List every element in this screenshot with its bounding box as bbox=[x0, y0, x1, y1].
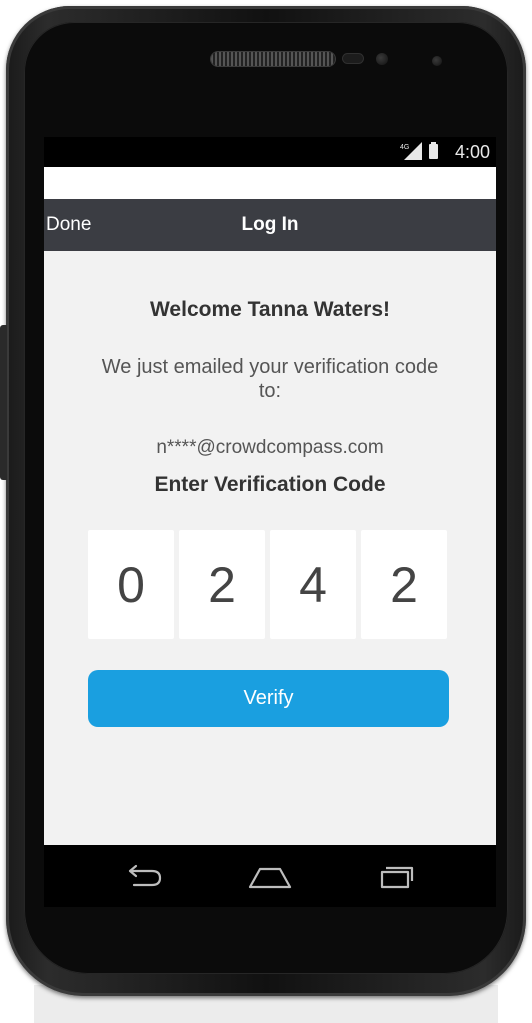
welcome-heading: Welcome Tanna Waters! bbox=[149, 298, 390, 321]
earpiece-speaker bbox=[211, 52, 335, 66]
verify-button[interactable]: Verify bbox=[88, 670, 449, 727]
status-time: 4:00 bbox=[454, 142, 490, 162]
proximity-sensor bbox=[343, 54, 363, 63]
back-icon bbox=[128, 864, 162, 887]
battery-icon bbox=[429, 142, 438, 159]
device-frame-stage: 4G 4:00 Done Log In Welcome Tanna Waters… bbox=[0, 0, 532, 1023]
code-digit-2[interactable]: 2 bbox=[179, 530, 265, 639]
phone-screen: 4G 4:00 Done Log In Welcome Tanna Waters… bbox=[44, 137, 496, 907]
volume-button bbox=[0, 325, 7, 480]
status-bar: 4G 4:00 bbox=[44, 137, 496, 167]
light-sensor-icon bbox=[432, 56, 442, 66]
top-navigation-bar: Done Log In bbox=[44, 199, 496, 251]
code-digit-3[interactable]: 4 bbox=[270, 530, 356, 639]
verification-message: We just emailed your verification code t… bbox=[101, 356, 439, 402]
home-icon bbox=[248, 867, 292, 889]
page-title: Log In bbox=[241, 214, 299, 235]
verification-code-input: 0 2 4 2 bbox=[88, 530, 449, 640]
code-digit-1[interactable]: 0 bbox=[88, 530, 174, 639]
masked-email: n****@crowdcompass.com bbox=[156, 437, 384, 458]
recents-icon bbox=[380, 866, 414, 889]
network-type-label: 4G bbox=[400, 144, 409, 151]
recents-button[interactable] bbox=[372, 859, 420, 893]
signal-icon: 4G bbox=[400, 142, 422, 160]
system-navigation-bar bbox=[44, 845, 496, 907]
home-button[interactable] bbox=[246, 859, 294, 893]
header-spacer bbox=[44, 167, 496, 199]
code-digit-4[interactable]: 2 bbox=[361, 530, 447, 639]
enter-code-label: Enter Verification Code bbox=[154, 473, 386, 496]
back-button[interactable] bbox=[120, 859, 168, 893]
front-camera-icon bbox=[376, 53, 388, 65]
